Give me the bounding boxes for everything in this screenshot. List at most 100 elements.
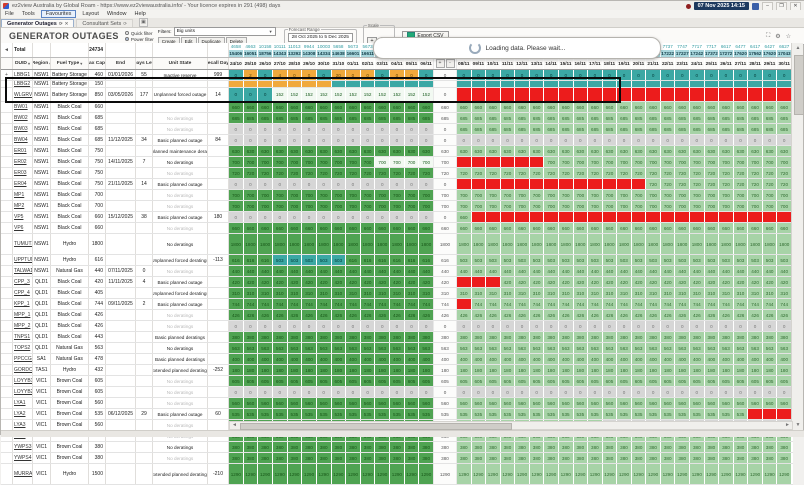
grid-cell[interactable]: 744: [690, 299, 704, 309]
grid-cell[interactable]: 700: [244, 157, 258, 167]
grid-cell[interactable]: 700: [690, 190, 704, 200]
scroll-left-arrow[interactable]: ◄: [230, 422, 239, 429]
duid-link[interactable]: TALWA1: [14, 268, 33, 274]
grid-cell[interactable]: 503: [515, 255, 529, 265]
grid-cell[interactable]: 605: [472, 376, 486, 386]
grid-cell[interactable]: 660: [486, 223, 500, 233]
grid-cell[interactable]: 380: [515, 442, 529, 452]
grid-cell[interactable]: 380: [559, 453, 573, 463]
grid-cell[interactable]: 563: [405, 343, 419, 353]
grid-cell[interactable]: 605: [705, 376, 719, 386]
grid-cell[interactable]: 700: [763, 190, 777, 200]
duid-link[interactable]: LOYYB1: [14, 378, 33, 384]
grid-cell[interactable]: 0: [361, 70, 375, 80]
grid-cell[interactable]: 744: [588, 299, 602, 309]
horizontal-scroll-thumb[interactable]: [240, 423, 512, 430]
collapse-columns-button[interactable]: -: [446, 59, 455, 68]
date-header-cell[interactable]: 10/11: [486, 58, 500, 69]
grid-cell[interactable]: 660: [472, 102, 486, 112]
grid-cell[interactable]: 700: [288, 190, 302, 200]
grid-cell[interactable]: 0: [244, 135, 258, 145]
grid-cell[interactable]: 720: [501, 168, 515, 178]
grid-cell[interactable]: 744: [288, 299, 302, 309]
grid-cell[interactable]: 535: [661, 409, 675, 419]
grid-cell[interactable]: 1800: [317, 234, 331, 254]
date-header-cell[interactable]: 24/11: [690, 58, 704, 69]
grid-cell[interactable]: 630: [486, 146, 500, 156]
grid-cell[interactable]: 560: [273, 398, 287, 408]
grid-cell[interactable]: 700: [229, 157, 243, 167]
grid-cell[interactable]: 440: [515, 266, 529, 276]
grid-cell[interactable]: 380: [544, 442, 558, 452]
grid-cell[interactable]: 380: [777, 332, 791, 342]
grid-cell[interactable]: 605: [734, 376, 748, 386]
grid-cell[interactable]: 744: [486, 299, 500, 309]
grid-cell[interactable]: 380: [361, 442, 375, 452]
grid-cell[interactable]: 440: [405, 266, 419, 276]
grid-cell[interactable]: [457, 157, 471, 167]
grid-cell[interactable]: 420: [530, 277, 544, 287]
grid-cell[interactable]: 1800: [617, 234, 631, 254]
grid-cell[interactable]: 660: [346, 223, 360, 233]
grid-cell[interactable]: 535: [574, 409, 588, 419]
grid-cell[interactable]: 700: [515, 201, 529, 211]
grid-cell[interactable]: 605: [375, 376, 389, 386]
grid-cell[interactable]: 563: [302, 343, 316, 353]
grid-cell[interactable]: 700: [763, 157, 777, 167]
grid-cell[interactable]: 700: [777, 190, 791, 200]
grid-cell[interactable]: 0: [229, 88, 243, 101]
column-header-fuel-type[interactable]: Fuel Type▾: [51, 58, 89, 69]
grid-cell[interactable]: 426: [457, 310, 471, 320]
grid-cell[interactable]: 630: [661, 146, 675, 156]
grid-cell[interactable]: 744: [544, 299, 558, 309]
grid-cell[interactable]: 426: [375, 310, 389, 320]
grid-cell[interactable]: 685: [574, 113, 588, 123]
grid-cell[interactable]: 720: [457, 168, 471, 178]
grid-cell[interactable]: 560: [748, 398, 762, 408]
grid-cell[interactable]: [632, 179, 646, 189]
grid-cell[interactable]: 700: [273, 201, 287, 211]
grid-cell[interactable]: 380: [375, 442, 389, 452]
grid-cell[interactable]: 685: [690, 113, 704, 123]
grid-cell[interactable]: [748, 409, 762, 419]
grid-cell[interactable]: 630: [617, 146, 631, 156]
duid-link[interactable]: WLGRVB1: [14, 92, 33, 98]
grid-cell[interactable]: 700: [646, 190, 660, 200]
grid-cell[interactable]: [317, 81, 331, 87]
grid-cell[interactable]: 310: [515, 288, 529, 298]
grid-cell[interactable]: 700: [734, 157, 748, 167]
vertical-scrollbar[interactable]: ▲ ▼: [791, 43, 803, 430]
grid-cell[interactable]: 1290: [690, 464, 704, 484]
grid-cell[interactable]: 1800: [530, 234, 544, 254]
duid-link[interactable]: YWPS4: [14, 455, 32, 461]
grid-cell[interactable]: [273, 81, 287, 87]
grid-cell[interactable]: 380: [332, 453, 346, 463]
grid-cell[interactable]: 426: [317, 310, 331, 320]
grid-cell[interactable]: [763, 81, 777, 87]
grid-cell[interactable]: 700: [317, 201, 331, 211]
grid-cell[interactable]: 720: [244, 168, 258, 178]
grid-cell[interactable]: 1290: [515, 464, 529, 484]
grid-cell[interactable]: 660: [763, 223, 777, 233]
grid-cell[interactable]: 563: [390, 343, 404, 353]
grid-cell[interactable]: 605: [258, 376, 272, 386]
grid-cell[interactable]: 720: [661, 179, 675, 189]
date-header-cell[interactable]: 01/11: [346, 58, 360, 69]
grid-cell[interactable]: 720: [646, 168, 660, 178]
grid-cell[interactable]: 685: [501, 113, 515, 123]
grid-cell[interactable]: 605: [603, 376, 617, 386]
grid-cell[interactable]: 744: [763, 299, 777, 309]
grid-cell[interactable]: 660: [258, 102, 272, 112]
date-header-cell[interactable]: 03/11: [375, 58, 389, 69]
grid-cell[interactable]: 630: [346, 146, 360, 156]
grid-cell[interactable]: 720: [390, 168, 404, 178]
grid-cell[interactable]: 535: [472, 409, 486, 419]
grid-cell[interactable]: 700: [617, 157, 631, 167]
grid-cell[interactable]: 660: [390, 223, 404, 233]
grid-cell[interactable]: [544, 212, 558, 222]
grid-cell[interactable]: 685: [748, 113, 762, 123]
grid-cell[interactable]: 0: [544, 70, 558, 80]
grid-cell[interactable]: 426: [530, 310, 544, 320]
grid-cell[interactable]: 380: [632, 442, 646, 452]
grid-cell[interactable]: [777, 81, 791, 87]
